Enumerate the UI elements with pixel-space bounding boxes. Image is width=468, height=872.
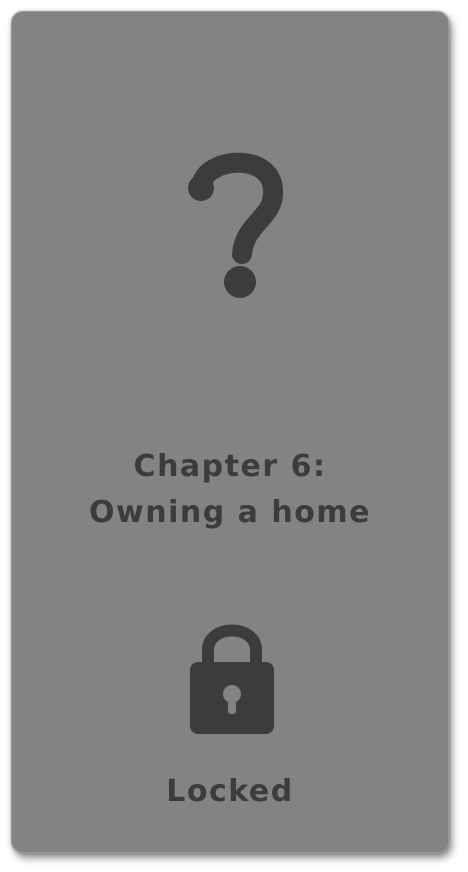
locked-chapter-card[interactable]: Chapter 6: Owning a home Locked (11, 11, 449, 853)
chapter-name: Owning a home (89, 495, 371, 530)
chapter-title: Chapter 6: Owning a home (12, 444, 448, 536)
chapter-number: Chapter 6: (133, 449, 327, 484)
question-mark-icon (188, 152, 283, 298)
padlock-icon (190, 624, 274, 734)
locked-status-label: Locked (166, 774, 294, 809)
